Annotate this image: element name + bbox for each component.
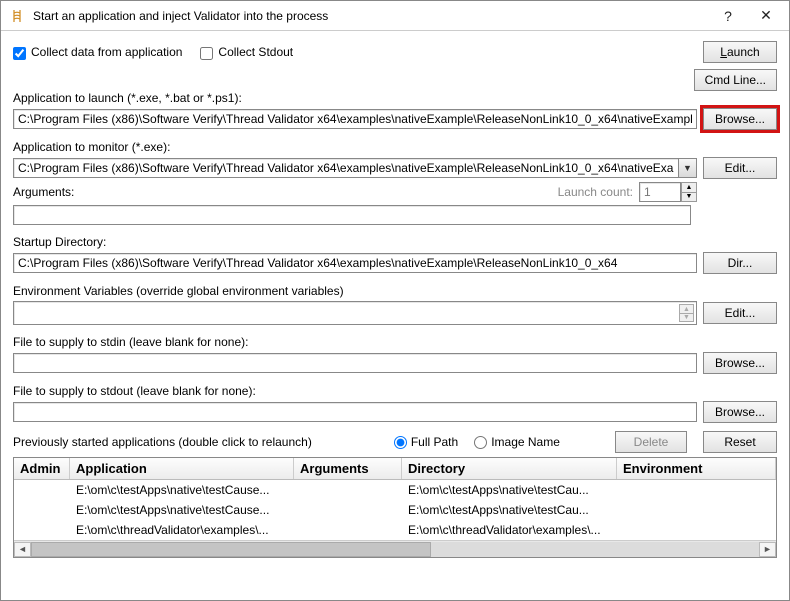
cell-arguments	[294, 489, 402, 491]
close-button[interactable]: ✕	[747, 2, 785, 30]
stdout-label: File to supply to stdout (leave blank fo…	[13, 384, 777, 398]
cell-directory: E:\om\c\testApps\native\testCau...	[402, 502, 617, 518]
window-title: Start an application and inject Validato…	[33, 9, 709, 23]
arguments-input[interactable]	[13, 205, 691, 225]
table-header: Admin Application Arguments Directory En…	[14, 458, 776, 480]
app-to-launch-label: Application to launch (*.exe, *.bat or *…	[13, 91, 777, 105]
launch-count-spin[interactable]: ▲▼	[681, 182, 697, 202]
app-to-launch-input[interactable]	[13, 109, 697, 129]
delete-button[interactable]: Delete	[615, 431, 687, 453]
dialog-content: Collect data from application Collect St…	[1, 31, 789, 566]
cell-environment	[617, 529, 776, 531]
collect-stdout-label: Collect Stdout	[218, 45, 293, 59]
cell-admin	[14, 529, 70, 531]
col-admin[interactable]: Admin	[14, 458, 70, 479]
image-name-radio[interactable]: Image Name	[474, 435, 560, 449]
collect-stdout-input[interactable]	[200, 47, 213, 60]
col-environment[interactable]: Environment	[617, 458, 776, 479]
launch-count-label: Launch count:	[558, 185, 633, 199]
table-body: E:\om\c\testApps\native\testCause... E:\o…	[14, 480, 776, 540]
scroll-thumb[interactable]	[31, 542, 431, 557]
cell-application: E:\om\c\threadValidator\examples\...	[70, 522, 294, 538]
col-directory[interactable]: Directory	[402, 458, 617, 479]
prev-apps-table: Admin Application Arguments Directory En…	[13, 457, 777, 558]
help-button[interactable]: ?	[709, 2, 747, 30]
spin-up-icon[interactable]: ▲	[681, 182, 697, 192]
titlebar: Start an application and inject Validato…	[1, 1, 789, 31]
collect-stdout-checkbox[interactable]: Collect Stdout	[200, 45, 293, 59]
browse-launch-button[interactable]: Browse...	[703, 108, 777, 130]
cell-admin	[14, 489, 70, 491]
scroll-track[interactable]	[31, 542, 759, 557]
edit-env-button[interactable]: Edit...	[703, 302, 777, 324]
spin-up-icon[interactable]: ▲	[679, 304, 694, 313]
cell-directory: E:\om\c\testApps\native\testCau...	[402, 482, 617, 498]
collect-data-checkbox[interactable]: Collect data from application	[13, 45, 182, 59]
table-row[interactable]: E:\om\c\testApps\native\testCause... E:\o…	[14, 480, 776, 500]
horizontal-scrollbar[interactable]: ◄ ►	[14, 540, 776, 557]
image-name-input[interactable]	[474, 436, 487, 449]
scroll-right-icon[interactable]: ►	[759, 542, 776, 557]
app-to-monitor-combo[interactable]: ▼	[13, 158, 697, 178]
app-icon	[9, 8, 25, 24]
col-application[interactable]: Application	[70, 458, 294, 479]
launch-count-stepper[interactable]: ▲▼	[639, 182, 697, 202]
spin-down-icon[interactable]: ▼	[679, 313, 694, 322]
reset-button[interactable]: Reset	[703, 431, 777, 453]
cell-directory: E:\om\c\threadValidator\examples\...	[402, 522, 617, 538]
cell-environment	[617, 489, 776, 491]
image-name-radio-label: Image Name	[491, 435, 560, 449]
edit-monitor-button[interactable]: Edit...	[703, 157, 777, 179]
cell-admin	[14, 509, 70, 511]
env-vars-input[interactable]: ▲▼	[13, 301, 697, 325]
collect-data-label: Collect data from application	[31, 45, 182, 59]
cmdline-button[interactable]: Cmd Line...	[694, 69, 777, 91]
cell-arguments	[294, 529, 402, 531]
prev-apps-label: Previously started applications (double …	[13, 435, 312, 449]
stdin-input[interactable]	[13, 353, 697, 373]
cell-environment	[617, 509, 776, 511]
spin-down-icon[interactable]: ▼	[681, 192, 697, 203]
cell-application: E:\om\c\testApps\native\testCause...	[70, 502, 294, 518]
launch-label: aunch	[727, 45, 760, 59]
full-path-input[interactable]	[394, 436, 407, 449]
app-to-monitor-label: Application to monitor (*.exe):	[13, 140, 777, 154]
cell-arguments	[294, 509, 402, 511]
chevron-down-icon[interactable]: ▼	[679, 158, 697, 178]
env-vars-label: Environment Variables (override global e…	[13, 284, 777, 298]
startup-dir-label: Startup Directory:	[13, 235, 777, 249]
browse-stdout-button[interactable]: Browse...	[703, 401, 777, 423]
arguments-label: Arguments:	[13, 185, 558, 199]
collect-data-input[interactable]	[13, 47, 26, 60]
app-to-monitor-input[interactable]	[13, 158, 679, 178]
table-row[interactable]: E:\om\c\testApps\native\testCause... E:\o…	[14, 500, 776, 520]
launch-count-input[interactable]	[639, 182, 681, 202]
full-path-radio[interactable]: Full Path	[394, 435, 458, 449]
stdout-input[interactable]	[13, 402, 697, 422]
browse-stdin-button[interactable]: Browse...	[703, 352, 777, 374]
startup-dir-input[interactable]	[13, 253, 697, 273]
table-row[interactable]: E:\om\c\threadValidator\examples\... E:\o…	[14, 520, 776, 540]
col-arguments[interactable]: Arguments	[294, 458, 402, 479]
env-vars-spin[interactable]: ▲▼	[679, 304, 694, 322]
cell-application: E:\om\c\testApps\native\testCause...	[70, 482, 294, 498]
launch-button[interactable]: Launch	[703, 41, 777, 63]
stdin-label: File to supply to stdin (leave blank for…	[13, 335, 777, 349]
dir-button[interactable]: Dir...	[703, 252, 777, 274]
scroll-left-icon[interactable]: ◄	[14, 542, 31, 557]
full-path-radio-label: Full Path	[411, 435, 458, 449]
